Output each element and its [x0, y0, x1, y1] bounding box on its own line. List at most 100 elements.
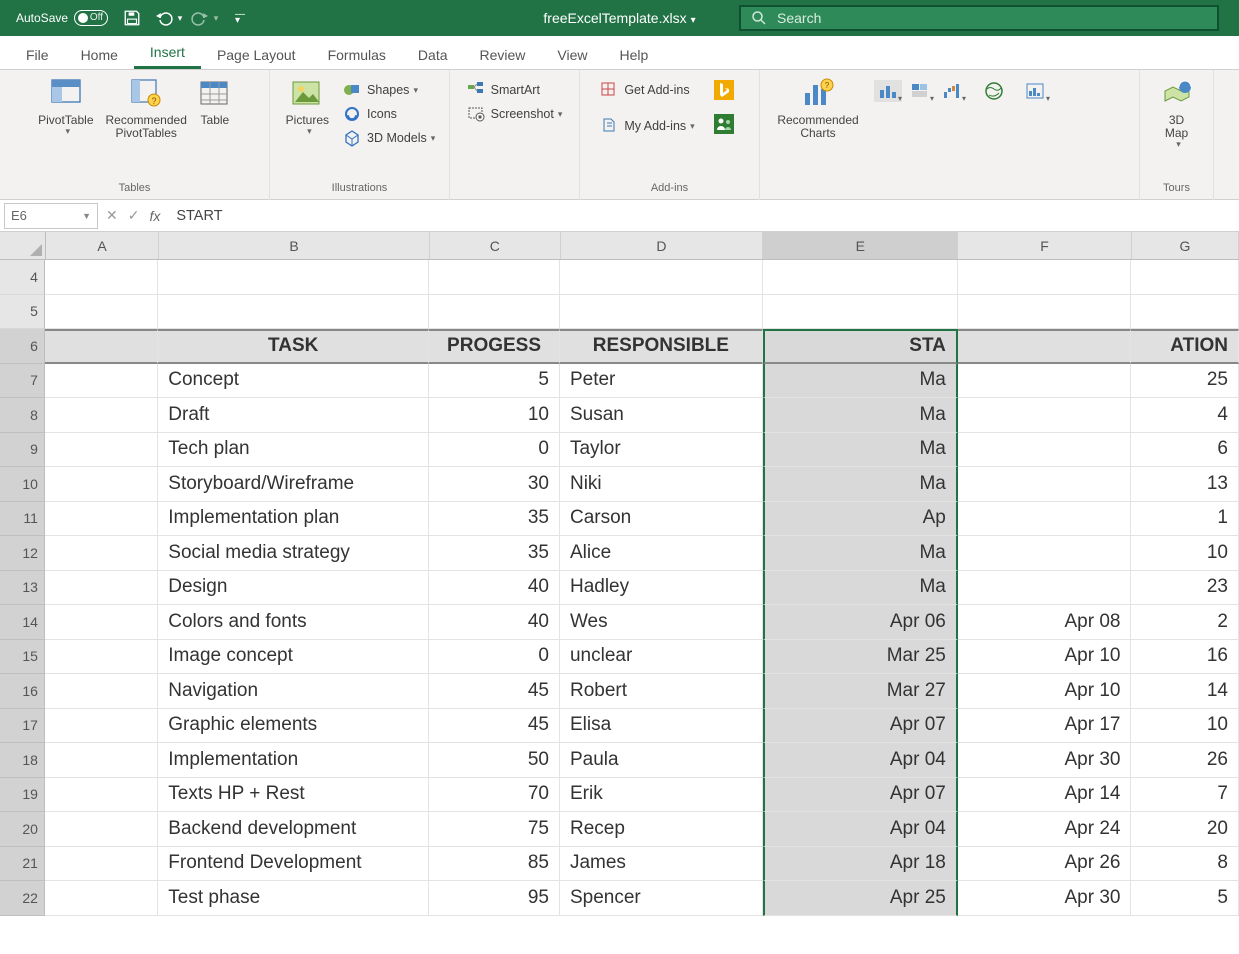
- cell-start[interactable]: Ma: [763, 398, 958, 433]
- cell-end[interactable]: Apr 26: [958, 847, 1132, 882]
- cell[interactable]: [45, 847, 158, 882]
- cell-end[interactable]: [958, 364, 1132, 399]
- header-duration[interactable]: ATION: [1131, 329, 1239, 364]
- cell-responsible[interactable]: Robert: [560, 674, 763, 709]
- undo-icon[interactable]: ▾: [156, 6, 180, 30]
- shapes-button[interactable]: Shapes▾: [339, 78, 439, 102]
- tab-view[interactable]: View: [541, 39, 603, 69]
- bing-addin-button[interactable]: [711, 78, 743, 102]
- cell-responsible[interactable]: Peter: [560, 364, 763, 399]
- qat-more-icon[interactable]: —▾: [228, 6, 252, 30]
- cell-task[interactable]: Frontend Development: [158, 847, 429, 882]
- cell-progress[interactable]: 70: [429, 778, 560, 813]
- cell[interactable]: [1131, 295, 1239, 330]
- my-addins-button[interactable]: My Add-ins▾: [596, 114, 698, 138]
- cell[interactable]: [45, 364, 158, 399]
- row-header[interactable]: 20: [0, 812, 45, 847]
- cell-start[interactable]: Ap: [763, 502, 958, 537]
- cell-start[interactable]: Apr 06: [763, 605, 958, 640]
- cell-end[interactable]: [958, 467, 1132, 502]
- cell-progress[interactable]: 40: [429, 605, 560, 640]
- hierarchy-chart-button[interactable]: ▾: [906, 80, 934, 102]
- cell[interactable]: [45, 502, 158, 537]
- cell-end[interactable]: [958, 398, 1132, 433]
- redo-icon[interactable]: ▾: [192, 6, 216, 30]
- pivotchart-button[interactable]: ▾: [1022, 80, 1050, 102]
- cell[interactable]: [45, 743, 158, 778]
- cell-duration[interactable]: 8: [1131, 847, 1239, 882]
- cell-end[interactable]: Apr 14: [958, 778, 1132, 813]
- column-header-D[interactable]: D: [561, 232, 764, 259]
- cell[interactable]: [45, 260, 158, 295]
- row-header[interactable]: 6: [0, 329, 45, 364]
- cell-responsible[interactable]: Niki: [560, 467, 763, 502]
- cell-end[interactable]: Apr 10: [958, 640, 1132, 675]
- row-header[interactable]: 13: [0, 571, 45, 606]
- fx-icon[interactable]: fx: [149, 208, 160, 224]
- cell[interactable]: [560, 260, 763, 295]
- cell[interactable]: [45, 295, 158, 330]
- cell-progress[interactable]: 30: [429, 467, 560, 502]
- icons-button[interactable]: Icons: [339, 102, 439, 126]
- cell-start[interactable]: Ma: [763, 433, 958, 468]
- pivottable-button[interactable]: PivotTable▾: [32, 74, 99, 141]
- cell-duration[interactable]: 14: [1131, 674, 1239, 709]
- cell[interactable]: [1131, 260, 1239, 295]
- row-header[interactable]: 21: [0, 847, 45, 882]
- cell-end[interactable]: Apr 30: [958, 881, 1132, 916]
- cell-task[interactable]: Draft: [158, 398, 429, 433]
- cell-task[interactable]: Backend development: [158, 812, 429, 847]
- cell[interactable]: [763, 295, 958, 330]
- tab-help[interactable]: Help: [604, 39, 665, 69]
- get-addins-button[interactable]: Get Add-ins: [596, 78, 698, 102]
- cell-end[interactable]: [958, 502, 1132, 537]
- cell-responsible[interactable]: Taylor: [560, 433, 763, 468]
- column-header-F[interactable]: F: [958, 232, 1131, 259]
- column-header-E[interactable]: E: [763, 232, 958, 259]
- cell-task[interactable]: Colors and fonts: [158, 605, 429, 640]
- cell-start[interactable]: Mar 25: [763, 640, 958, 675]
- cell-responsible[interactable]: Erik: [560, 778, 763, 813]
- name-box[interactable]: E6▼: [4, 203, 98, 229]
- cell[interactable]: [45, 467, 158, 502]
- cell-duration[interactable]: 16: [1131, 640, 1239, 675]
- cell-end[interactable]: [958, 536, 1132, 571]
- cell-duration[interactable]: 2: [1131, 605, 1239, 640]
- cell[interactable]: [763, 260, 958, 295]
- cell-end[interactable]: Apr 17: [958, 709, 1132, 744]
- row-header[interactable]: 15: [0, 640, 45, 675]
- screenshot-button[interactable]: Screenshot▾: [463, 102, 567, 126]
- cell-progress[interactable]: 75: [429, 812, 560, 847]
- row-header[interactable]: 19: [0, 778, 45, 813]
- cancel-icon[interactable]: ✕: [106, 207, 118, 224]
- cell-progress[interactable]: 50: [429, 743, 560, 778]
- cell-task[interactable]: Navigation: [158, 674, 429, 709]
- tab-data[interactable]: Data: [402, 39, 464, 69]
- cell[interactable]: [45, 536, 158, 571]
- cell-start[interactable]: Apr 04: [763, 743, 958, 778]
- cell[interactable]: [429, 260, 560, 295]
- column-header-B[interactable]: B: [159, 232, 430, 259]
- row-header[interactable]: 10: [0, 467, 45, 502]
- 3d-map-button[interactable]: 3D Map▾: [1155, 74, 1199, 154]
- cell[interactable]: [429, 295, 560, 330]
- cell-progress[interactable]: 35: [429, 502, 560, 537]
- row-header[interactable]: 7: [0, 364, 45, 399]
- save-icon[interactable]: [120, 6, 144, 30]
- cell-duration[interactable]: 10: [1131, 709, 1239, 744]
- cell-responsible[interactable]: Carson: [560, 502, 763, 537]
- cell-progress[interactable]: 95: [429, 881, 560, 916]
- row-header[interactable]: 14: [0, 605, 45, 640]
- row-header[interactable]: 17: [0, 709, 45, 744]
- cell-duration[interactable]: 10: [1131, 536, 1239, 571]
- cell[interactable]: [45, 398, 158, 433]
- 3d-models-button[interactable]: 3D Models▾: [339, 126, 439, 150]
- cell-start[interactable]: Apr 04: [763, 812, 958, 847]
- cell-task[interactable]: Concept: [158, 364, 429, 399]
- row-header[interactable]: 9: [0, 433, 45, 468]
- cell-progress[interactable]: 35: [429, 536, 560, 571]
- tab-formulas[interactable]: Formulas: [312, 39, 402, 69]
- cell-progress[interactable]: 5: [429, 364, 560, 399]
- cell[interactable]: [958, 260, 1132, 295]
- cell-task[interactable]: Tech plan: [158, 433, 429, 468]
